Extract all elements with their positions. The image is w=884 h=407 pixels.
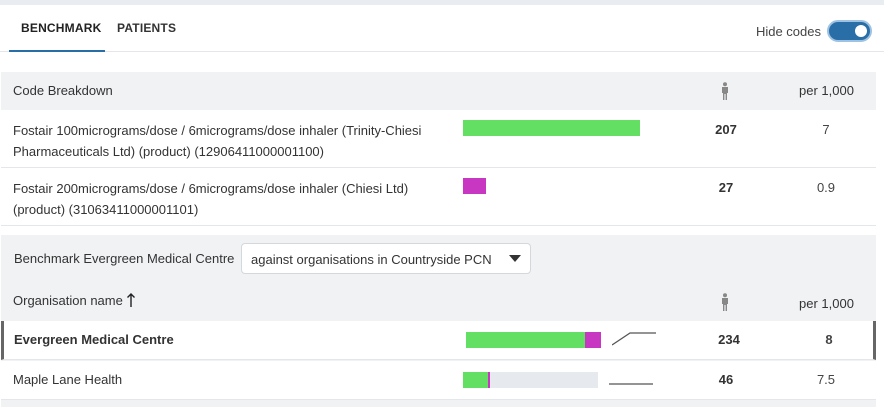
bar-segment xyxy=(488,372,490,388)
code-count: 207 xyxy=(715,122,737,137)
benchmark-label: Benchmark Evergreen Medical Centre xyxy=(14,251,235,266)
rate-column-header: per 1,000 xyxy=(799,83,854,98)
organisation-rate: 8 xyxy=(825,332,833,347)
code-label: Fostair 100micrograms/dose / 6micrograms… xyxy=(13,123,422,159)
stacked-bar xyxy=(466,332,601,348)
organisation-rate: 7.5 xyxy=(816,372,836,387)
sort-ascending-icon xyxy=(126,293,135,307)
table-row[interactable]: Evergreen Medical Centre 234 8 xyxy=(1,321,876,360)
organisation-name-header-label: Organisation name xyxy=(13,293,123,308)
trend-sparkline xyxy=(612,332,656,346)
active-tab-indicator xyxy=(9,50,105,52)
code-rate: 0.9 xyxy=(816,180,836,195)
person-icon xyxy=(722,293,728,311)
code-breakdown-header: Code Breakdown per 1,000 xyxy=(1,72,876,110)
code-breakdown-title: Code Breakdown xyxy=(13,83,113,98)
person-icon xyxy=(722,82,728,100)
code-count: 27 xyxy=(718,180,734,195)
benchmark-panel: Benchmark Evergreen Medical Centre again… xyxy=(1,235,876,407)
bar-segment xyxy=(463,372,489,388)
chevron-down-icon xyxy=(509,255,521,262)
code-row: Fostair 100micrograms/dose / 6micrograms… xyxy=(1,110,876,168)
code-label: Fostair 200micrograms/dose / 6micrograms… xyxy=(13,181,409,217)
organisation-name-sort-header[interactable]: Organisation name xyxy=(13,293,136,308)
organisation-name: Evergreen Medical Centre xyxy=(14,332,174,347)
trend-sparkline xyxy=(609,383,653,385)
code-rate: 7 xyxy=(822,122,830,137)
bar-segment xyxy=(466,332,586,348)
organisation-count: 234 xyxy=(718,332,740,347)
tab-bar: BENCHMARK PATIENTS Hide codes xyxy=(0,5,884,52)
hide-codes-toggle[interactable] xyxy=(827,20,872,42)
hide-codes-label: Hide codes xyxy=(755,23,821,39)
tab-benchmark[interactable]: BENCHMARK xyxy=(21,21,101,35)
hide-codes-control: Hide codes xyxy=(756,20,872,42)
toggle-knob xyxy=(855,25,867,37)
benchmark-scope-select[interactable]: against organisations in Countryside PCN xyxy=(241,243,531,274)
organisation-name: Maple Lane Health xyxy=(13,372,123,387)
stacked-bar xyxy=(463,372,598,388)
benchmark-scope-value: against organisations in Countryside PCN xyxy=(251,252,492,267)
code-bar xyxy=(463,120,640,136)
tab-patients[interactable]: PATIENTS xyxy=(117,21,176,35)
bar-segment xyxy=(585,332,601,348)
code-breakdown-table: Code Breakdown per 1,000 Fostair 100micr… xyxy=(1,72,876,226)
code-bar xyxy=(463,178,487,194)
code-row: Fostair 200micrograms/dose / 6micrograms… xyxy=(1,168,876,226)
rate-column-header: per 1,000 xyxy=(799,296,854,311)
table-row[interactable]: Maple Lane Health 46 7.5 xyxy=(1,361,876,400)
organisation-count: 46 xyxy=(718,372,734,387)
